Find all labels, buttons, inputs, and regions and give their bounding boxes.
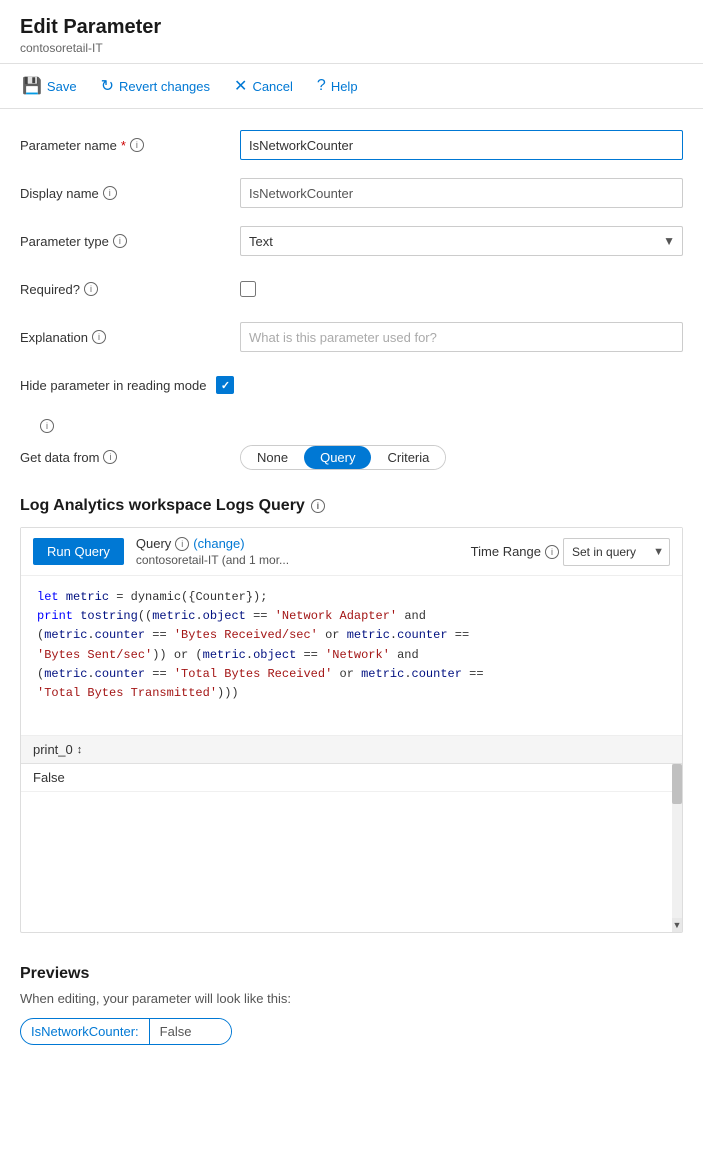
query-change-link[interactable]: (change)	[193, 536, 244, 551]
preview-parameter-value: False	[150, 1019, 232, 1044]
required-checkbox-wrapper	[240, 281, 256, 297]
time-range-select-wrapper: Set in query Last hour Last 24 hours ▼	[563, 538, 670, 566]
edit-parameter-form: Parameter name * i Display name i Parame…	[0, 109, 703, 473]
help-icon: ?	[317, 77, 326, 95]
query-section-title: Log Analytics workspace Logs Query i	[0, 489, 703, 527]
explanation-label: Explanation i	[20, 330, 240, 345]
revert-icon: ↻	[101, 76, 114, 96]
parameter-type-row: Parameter type i Text Integer DateTime ▼	[20, 225, 683, 257]
toolbar: 💾 Save ↻ Revert changes ✕ Cancel ? Help	[0, 64, 703, 109]
results-area: print_0 ↕ False ▼	[21, 736, 682, 932]
results-scrollable[interactable]: False ▼	[21, 764, 682, 932]
time-range-wrapper: Time Range i Set in query Last hour Last…	[471, 538, 670, 566]
preview-pill: IsNetworkCounter: False	[20, 1018, 232, 1045]
get-data-criteria-button[interactable]: Criteria	[371, 446, 445, 469]
parameter-name-input[interactable]	[240, 130, 683, 160]
result-row-0: False	[21, 764, 682, 792]
run-query-button[interactable]: Run Query	[33, 538, 124, 565]
hide-param-checkbox[interactable]	[216, 376, 234, 394]
time-range-select[interactable]: Set in query Last hour Last 24 hours	[563, 538, 670, 566]
required-checkbox[interactable]	[240, 281, 256, 297]
previews-title: Previews	[20, 965, 683, 983]
preview-parameter-label: IsNetworkCounter:	[21, 1019, 150, 1044]
save-button[interactable]: 💾 Save	[20, 72, 79, 100]
explanation-row: Explanation i	[20, 321, 683, 353]
query-code-area[interactable]: let metric = dynamic({Counter}); print t…	[21, 576, 682, 736]
scrollbar-track[interactable]: ▼	[672, 764, 682, 932]
results-header: print_0 ↕	[21, 736, 682, 764]
get-data-label: Get data from i	[20, 450, 240, 465]
page-title: Edit Parameter	[20, 16, 683, 39]
query-section-info-icon[interactable]: i	[311, 499, 325, 513]
revert-changes-button[interactable]: ↻ Revert changes	[99, 72, 212, 100]
get-data-info-icon[interactable]: i	[103, 450, 117, 464]
query-info-icon[interactable]: i	[175, 537, 189, 551]
required-star: *	[121, 138, 126, 153]
page-header: Edit Parameter contosoretail-IT	[0, 0, 703, 64]
previews-section: Previews When editing, your parameter wi…	[0, 949, 703, 1061]
results-empty-space	[21, 792, 682, 932]
required-info-icon[interactable]: i	[84, 282, 98, 296]
hide-param-label: Hide parameter in reading mode	[20, 378, 206, 393]
parameter-type-label: Parameter type i	[20, 234, 240, 249]
parameter-name-row: Parameter name * i	[20, 129, 683, 161]
query-label: Query i (change)	[136, 536, 289, 551]
query-source: contosoretail-IT (and 1 mor...	[136, 553, 289, 567]
get-data-none-button[interactable]: None	[241, 446, 304, 469]
get-data-row: Get data from i None Query Criteria	[20, 441, 683, 473]
required-label: Required? i	[20, 282, 240, 297]
parameter-type-select[interactable]: Text Integer DateTime	[240, 226, 683, 256]
hide-param-note: i	[20, 417, 683, 441]
sort-icon: ↕	[77, 744, 83, 756]
results-column-header[interactable]: print_0 ↕	[33, 742, 82, 757]
parameter-name-label: Parameter name * i	[20, 138, 240, 153]
cancel-icon: ✕	[234, 76, 247, 96]
parameter-type-info-icon[interactable]: i	[113, 234, 127, 248]
get-data-options: None Query Criteria	[240, 445, 446, 470]
display-name-label: Display name i	[20, 186, 240, 201]
explanation-input[interactable]	[240, 322, 683, 352]
required-row: Required? i	[20, 273, 683, 305]
scrollbar-thumb[interactable]	[672, 764, 682, 804]
get-data-query-button[interactable]: Query	[304, 446, 371, 469]
parameter-type-select-wrapper: Text Integer DateTime ▼	[240, 226, 683, 256]
display-name-row: Display name i	[20, 177, 683, 209]
time-range-info-icon[interactable]: i	[545, 545, 559, 559]
display-name-input[interactable]	[240, 178, 683, 208]
scrollbar-down-arrow[interactable]: ▼	[672, 918, 682, 932]
display-name-info-icon[interactable]: i	[103, 186, 117, 200]
save-icon: 💾	[22, 76, 42, 96]
hide-param-row: Hide parameter in reading mode	[20, 369, 683, 401]
parameter-name-info-icon[interactable]: i	[130, 138, 144, 152]
help-button[interactable]: ? Help	[315, 73, 360, 99]
explanation-info-icon[interactable]: i	[92, 330, 106, 344]
query-container: Run Query Query i (change) contosoretail…	[20, 527, 683, 933]
previews-description: When editing, your parameter will look l…	[20, 991, 683, 1006]
cancel-button[interactable]: ✕ Cancel	[232, 72, 295, 100]
page-subtitle: contosoretail-IT	[20, 41, 683, 55]
hide-param-note-icon: i	[40, 419, 54, 433]
query-header: Run Query Query i (change) contosoretail…	[21, 528, 682, 576]
